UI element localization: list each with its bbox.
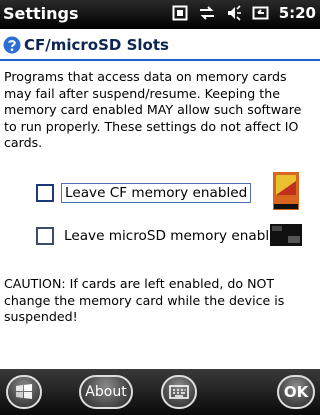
header-divider xyxy=(0,59,320,61)
status-title: Settings xyxy=(3,4,79,23)
microsd-card-icon xyxy=(270,224,302,246)
status-time[interactable]: 5:20 xyxy=(279,4,316,22)
about-button[interactable]: About xyxy=(79,375,133,409)
windows-start-icon xyxy=(16,384,32,399)
start-button[interactable] xyxy=(6,375,42,409)
ok-button[interactable]: OK xyxy=(277,375,315,409)
cf-memory-checkbox[interactable] xyxy=(36,184,54,202)
keyboard-button[interactable] xyxy=(161,375,197,409)
cf-memory-label[interactable]: Leave CF memory enabled xyxy=(61,183,252,203)
battery-icon[interactable] xyxy=(252,4,270,22)
page-header: CF/microSD Slots xyxy=(0,29,320,59)
help-icon[interactable] xyxy=(3,36,21,54)
clipboard-icon[interactable] xyxy=(171,4,189,22)
microsd-memory-checkbox[interactable] xyxy=(36,227,54,245)
volume-icon[interactable] xyxy=(225,4,243,22)
cf-card-icon xyxy=(273,172,299,210)
caution-text: CAUTION: If cards are left enabled, do N… xyxy=(4,276,285,324)
bottom-bar: About OK xyxy=(0,369,320,415)
status-bar: Settings 5:20 xyxy=(0,0,320,29)
connectivity-icon[interactable] xyxy=(198,4,216,22)
status-icons: 5:20 xyxy=(171,4,316,22)
option-cf-memory[interactable]: Leave CF memory enabled xyxy=(36,182,252,204)
description-text: Programs that access data on memory card… xyxy=(4,69,302,150)
option-microsd-memory[interactable]: Leave microSD memory enabled xyxy=(36,225,289,247)
page-title: CF/microSD Slots xyxy=(24,36,169,54)
microsd-memory-label[interactable]: Leave microSD memory enabled xyxy=(61,227,289,245)
keyboard-icon xyxy=(169,385,189,399)
